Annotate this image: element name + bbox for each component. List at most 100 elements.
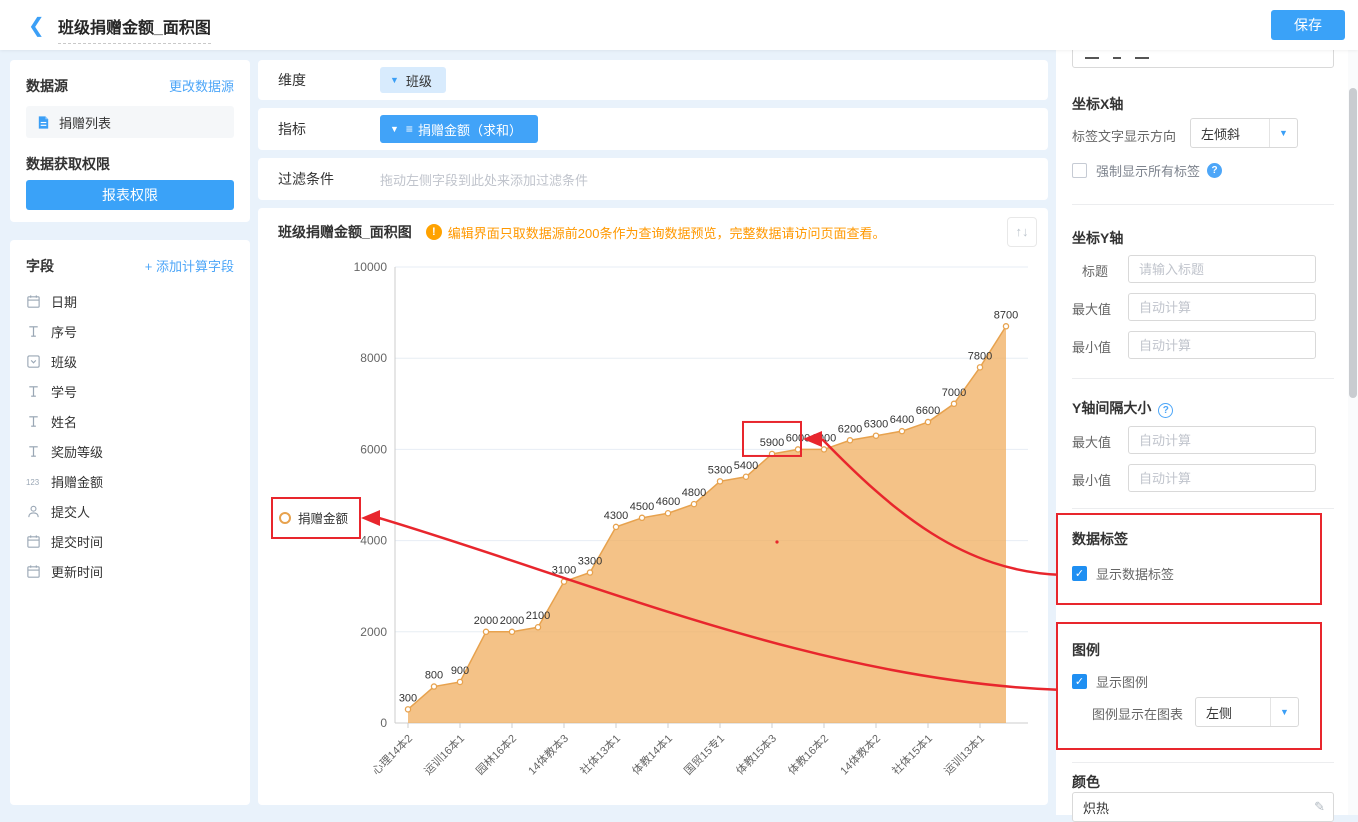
- glyph-fragment: [1085, 57, 1099, 59]
- settings-panel: 坐标X轴 标签文字显示方向 左倾斜 ▼ ✓ 强制显示所有标签 ? 坐标Y轴 标题…: [1056, 42, 1348, 822]
- save-button[interactable]: 保存: [1271, 10, 1345, 40]
- warning-text: 编辑界面只取数据源前200条作为查询数据预览，完整数据请访问页面查看。: [447, 225, 886, 241]
- back-icon[interactable]: ❮: [28, 13, 45, 38]
- svg-text:社体13本1: 社体13本1: [577, 731, 623, 777]
- svg-text:2000: 2000: [360, 625, 387, 639]
- metric-tag[interactable]: ▼ ≡ 捐赠金额（求和）: [380, 115, 538, 143]
- text-icon: [26, 324, 41, 339]
- svg-text:800: 800: [425, 670, 443, 682]
- svg-text:14体教本3: 14体教本3: [525, 731, 571, 777]
- aggregate-icon: ≡: [405, 122, 413, 136]
- y-max-input[interactable]: [1128, 293, 1316, 321]
- svg-text:6600: 6600: [916, 405, 940, 417]
- field-item[interactable]: 班级: [26, 346, 240, 376]
- field-item[interactable]: 捐赠金额: [26, 466, 240, 496]
- glyph-fragment: [1135, 57, 1149, 59]
- color-section-title: 颜色: [1072, 774, 1100, 790]
- chart-title: 班级捐赠金额_面积图: [278, 224, 412, 240]
- show-legend-row: ✓ 显示图例: [1072, 672, 1148, 691]
- svg-text:6000: 6000: [360, 442, 387, 456]
- field-label: 奖励等级: [51, 444, 104, 460]
- calendar-icon: [26, 564, 41, 579]
- chevron-down-icon: ▼: [1269, 119, 1297, 147]
- legend-position-select[interactable]: 左侧 ▼: [1195, 697, 1299, 727]
- y-interval-section-title: Y轴间隔大小?: [1072, 398, 1174, 418]
- field-item[interactable]: 提交时间: [26, 526, 240, 556]
- label-direction-label: 标签文字显示方向: [1072, 129, 1177, 144]
- svg-text:4500: 4500: [630, 501, 654, 513]
- datasource-item-label: 捐赠列表: [59, 115, 112, 131]
- field-item[interactable]: 提交人: [26, 496, 240, 526]
- field-item[interactable]: 日期: [26, 286, 240, 316]
- legend-section-title: 图例: [1072, 642, 1100, 658]
- dimension-tag[interactable]: ▼ 班级: [380, 67, 446, 93]
- svg-text:运训13本1: 运训13本1: [941, 731, 987, 777]
- data-label-section-title: 数据标签: [1072, 531, 1128, 547]
- svg-text:2000: 2000: [474, 615, 498, 627]
- help-icon[interactable]: ?: [1158, 403, 1174, 418]
- svg-text:园林16本2: 园林16本2: [473, 731, 519, 777]
- svg-text:3300: 3300: [578, 556, 602, 568]
- interval-min-label: 最小值: [1072, 473, 1112, 488]
- field-item[interactable]: 更新时间: [26, 556, 240, 586]
- field-item[interactable]: 姓名: [26, 406, 240, 436]
- label-direction-select[interactable]: 左倾斜 ▼: [1190, 118, 1298, 148]
- glyph-fragment: [1113, 57, 1121, 59]
- edit-icon: ✎: [1314, 799, 1325, 814]
- interval-min-input[interactable]: [1128, 464, 1316, 492]
- warning-icon: !: [425, 224, 442, 240]
- add-calc-field-link[interactable]: + 添加计算字段: [145, 256, 234, 276]
- x-axis-section-title: 坐标X轴: [1072, 96, 1124, 112]
- color-theme-select[interactable]: 炽热 ✎: [1072, 792, 1334, 822]
- field-item[interactable]: 奖励等级: [26, 436, 240, 466]
- field-item[interactable]: 序号: [26, 316, 240, 346]
- svg-text:14体教本2: 14体教本2: [837, 731, 883, 777]
- report-permission-button[interactable]: 报表权限: [26, 180, 234, 210]
- text-icon: [26, 384, 41, 399]
- scrollbar-thumb[interactable]: [1349, 88, 1357, 398]
- page-title: 班级捐赠金额_面积图: [58, 14, 211, 44]
- metric-label: 指标: [278, 121, 306, 137]
- svg-text:运训16本1: 运训16本1: [421, 731, 467, 777]
- sort-button[interactable]: ↑↓: [1007, 217, 1037, 247]
- y-title-input[interactable]: [1128, 255, 1316, 283]
- field-label: 班级: [51, 354, 78, 370]
- divider: [1072, 508, 1334, 509]
- select-icon: [26, 354, 41, 369]
- svg-text:10000: 10000: [354, 260, 388, 274]
- document-icon: [36, 115, 51, 130]
- datasource-title: 数据源: [26, 78, 68, 94]
- interval-max-input[interactable]: [1128, 426, 1316, 454]
- svg-text:6300: 6300: [864, 419, 888, 431]
- fields-panel: 字段 + 添加计算字段 日期 序号班级学号姓名奖励等级捐赠金额 提交人 提交时间 更新时…: [10, 240, 250, 805]
- interval-max-label: 最大值: [1072, 435, 1112, 450]
- field-label: 学号: [51, 384, 78, 400]
- show-legend-checkbox[interactable]: ✓: [1072, 674, 1087, 689]
- chevron-down-icon: ▼: [390, 124, 399, 134]
- calendar-icon: [26, 294, 41, 309]
- text-icon: [26, 414, 41, 429]
- svg-text:体教16本2: 体教16本2: [785, 731, 831, 777]
- show-data-label-checkbox[interactable]: ✓: [1072, 566, 1087, 581]
- datasource-panel: 数据源 更改数据源 捐赠列表 数据获取权限 报表权限: [10, 60, 250, 222]
- datasource-item[interactable]: 捐赠列表: [26, 106, 234, 138]
- fields-title: 字段: [26, 258, 54, 274]
- svg-text:7000: 7000: [942, 387, 966, 399]
- help-icon[interactable]: ?: [1207, 163, 1223, 178]
- y-min-input[interactable]: [1128, 331, 1316, 359]
- svg-text:4000: 4000: [360, 534, 387, 548]
- permission-title: 数据获取权限: [26, 156, 110, 172]
- change-datasource-link[interactable]: 更改数据源: [169, 76, 234, 96]
- svg-text:社体15本1: 社体15本1: [889, 731, 935, 777]
- show-data-label-row: ✓ 显示数据标签: [1072, 564, 1174, 583]
- filter-row[interactable]: 过滤条件 拖动左侧字段到此处来添加过滤条件: [258, 158, 1048, 200]
- svg-text:国贸15专1: 国贸15专1: [681, 731, 727, 777]
- field-list: 日期 序号班级学号姓名奖励等级捐赠金额 提交人 提交时间 更新时间: [26, 286, 240, 586]
- svg-text:900: 900: [451, 665, 469, 677]
- field-item[interactable]: 学号: [26, 376, 240, 406]
- top-bar: ❮ 班级捐赠金额_面积图 保存: [0, 0, 1358, 50]
- chevron-down-icon: ▼: [390, 75, 399, 85]
- svg-text:7800: 7800: [968, 350, 992, 362]
- force-all-labels-checkbox[interactable]: ✓: [1072, 163, 1087, 178]
- y-max-label: 最大值: [1072, 302, 1112, 317]
